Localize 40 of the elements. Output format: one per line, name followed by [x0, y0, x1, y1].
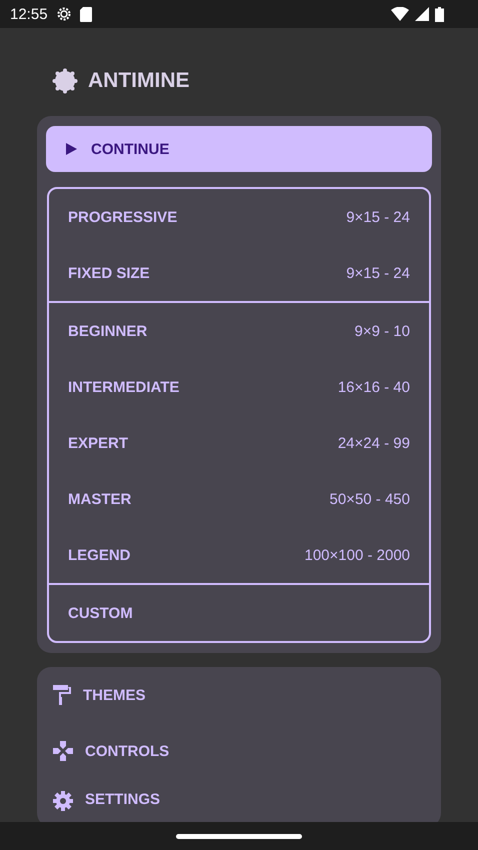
- clock-time: 12:55: [10, 6, 48, 22]
- board-size: 9×15 - 24: [346, 208, 410, 226]
- board-size: 100×100 - 2000: [304, 546, 410, 564]
- mode-name: LEGEND: [68, 546, 131, 564]
- mode-name: EXPERT: [68, 434, 128, 452]
- mode-name: MASTER: [68, 490, 132, 508]
- mode-name: BEGINNER: [68, 322, 148, 340]
- gamepad-icon: [53, 741, 73, 761]
- continue-button[interactable]: CONTINUE: [46, 126, 432, 172]
- home-handle[interactable]: [176, 834, 302, 838]
- mode-name: INTERMEDIATE: [68, 378, 180, 396]
- wifi-icon: [391, 7, 409, 21]
- game-mode-item[interactable]: CUSTOM: [49, 585, 429, 641]
- battery-icon: [435, 6, 444, 22]
- board-size: 9×9 - 10: [354, 322, 410, 340]
- sd-card-icon: [80, 6, 92, 22]
- app-title: ANTIMINE: [88, 69, 190, 93]
- board-size: 24×24 - 99: [338, 434, 410, 452]
- settings-icon: [53, 791, 73, 811]
- menu-item[interactable]: CONTROLS: [53, 723, 441, 779]
- board-size: 9×15 - 24: [346, 264, 410, 282]
- menu-item[interactable]: THEMES: [53, 667, 441, 723]
- mine-icon: [52, 68, 78, 94]
- mode-name: PROGRESSIVE: [68, 208, 178, 226]
- game-mode-item[interactable]: PROGRESSIVE 9×15 - 24: [49, 189, 429, 245]
- board-size: 50×50 - 450: [330, 490, 410, 508]
- game-mode-item[interactable]: MASTER 50×50 - 450: [49, 471, 429, 527]
- game-mode-item[interactable]: FIXED SIZE 9×15 - 24: [49, 245, 429, 301]
- gear-icon: [56, 6, 72, 22]
- mode-name: CUSTOM: [68, 604, 133, 622]
- game-mode-item[interactable]: EXPERT 24×24 - 99: [49, 415, 429, 471]
- play-icon: [66, 143, 77, 155]
- menu-item[interactable]: SETTINGS: [53, 779, 441, 819]
- mode-name: FIXED SIZE: [68, 264, 150, 282]
- board-size: 16×16 - 40: [338, 378, 410, 396]
- game-mode-item[interactable]: LEGEND 100×100 - 2000: [49, 527, 429, 583]
- game-mode-item[interactable]: BEGINNER 9×9 - 10: [49, 303, 429, 359]
- game-mode-item[interactable]: INTERMEDIATE 16×16 - 40: [49, 359, 429, 415]
- roller-icon: [53, 685, 71, 705]
- signal-icon: [415, 7, 429, 21]
